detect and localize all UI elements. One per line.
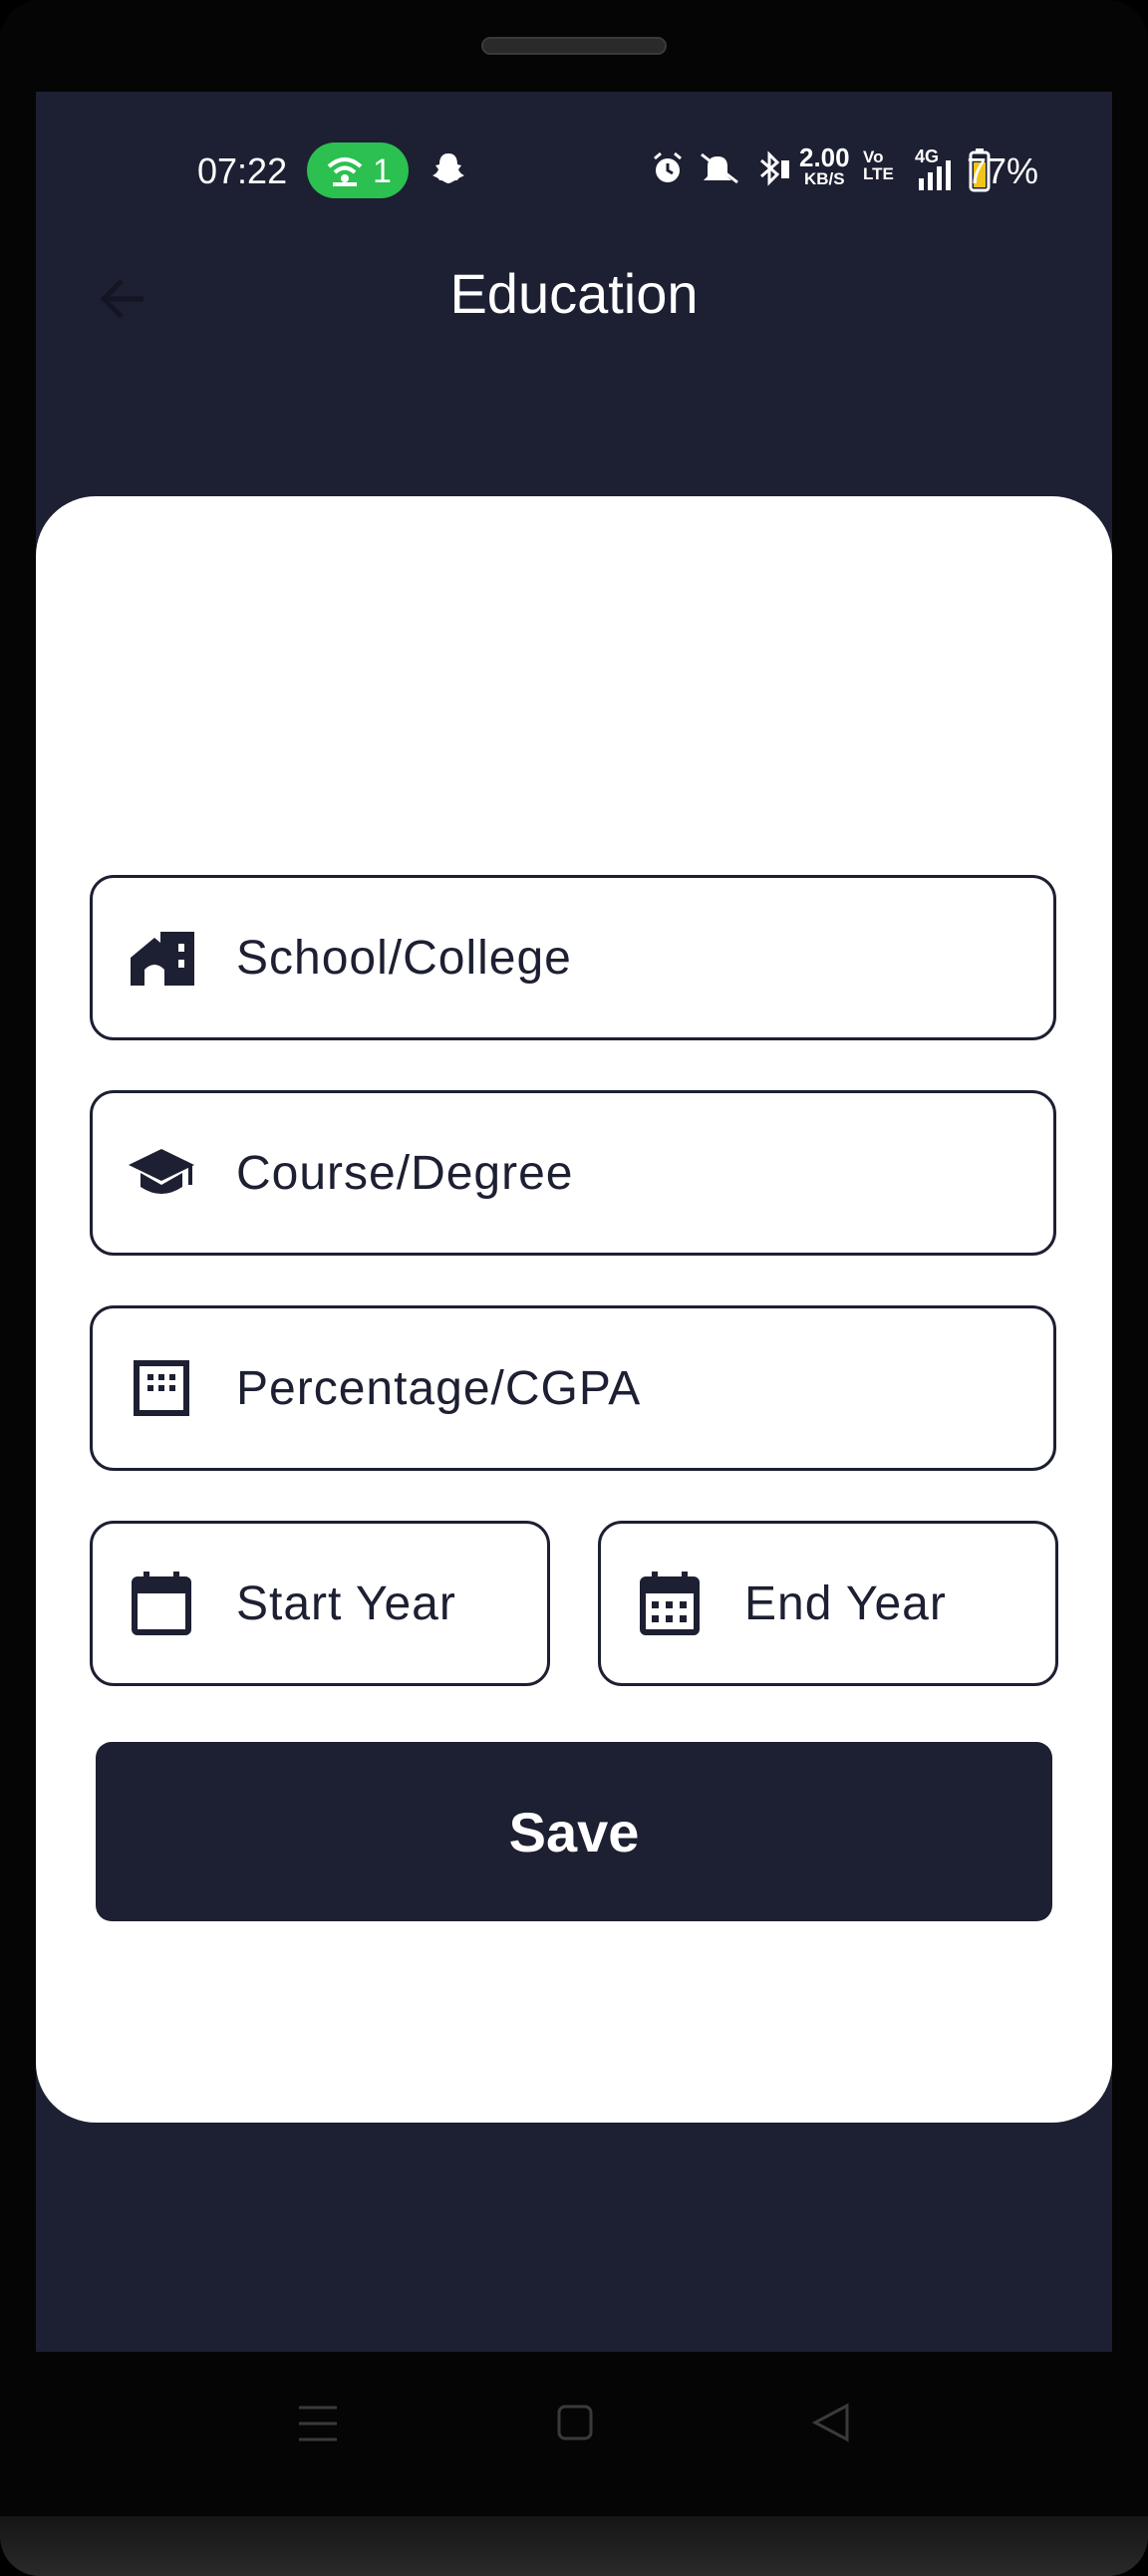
end-year-input[interactable] bbox=[744, 1524, 1029, 1683]
percentage-input[interactable] bbox=[236, 1308, 1027, 1468]
network-speed: 2.00 KB/S bbox=[799, 144, 850, 187]
status-time: 07:22 bbox=[197, 150, 288, 191]
mute-icon bbox=[701, 152, 738, 184]
calendar-icon bbox=[127, 1569, 196, 1638]
graduation-cap-icon bbox=[127, 1138, 196, 1208]
phone-frame: 07:22 1 2.00 KB/S Vo LTE 4G 77% Educatio… bbox=[0, 0, 1148, 2576]
volte-top: Vo bbox=[863, 147, 884, 166]
start-year-input[interactable] bbox=[236, 1524, 521, 1683]
page-title: Education bbox=[449, 262, 699, 325]
back-nav-icon[interactable] bbox=[811, 2402, 851, 2443]
calendar-month-icon bbox=[635, 1569, 705, 1638]
home-icon[interactable] bbox=[556, 2404, 594, 2441]
snapchat-icon bbox=[432, 153, 464, 183]
percentage-field[interactable] bbox=[90, 1305, 1056, 1471]
school-icon bbox=[127, 923, 196, 993]
volte-indicator: Vo LTE bbox=[863, 148, 894, 182]
phone-bottom-edge bbox=[0, 2516, 1148, 2576]
education-form-card: Save bbox=[36, 496, 1112, 2123]
volte-bottom: LTE bbox=[863, 164, 894, 183]
signal-icon bbox=[919, 160, 951, 190]
school-input[interactable] bbox=[236, 878, 1027, 1037]
course-field[interactable] bbox=[90, 1090, 1056, 1256]
menu-icon[interactable] bbox=[297, 2404, 339, 2443]
system-nav-bar bbox=[0, 2352, 1148, 2481]
save-button[interactable]: Save bbox=[96, 1742, 1052, 1921]
start-year-field[interactable] bbox=[90, 1521, 550, 1686]
screen: 07:22 1 2.00 KB/S Vo LTE 4G 77% Educatio… bbox=[36, 92, 1112, 2352]
speed-unit: KB/S bbox=[803, 169, 845, 188]
course-input[interactable] bbox=[236, 1093, 1027, 1253]
alarm-icon bbox=[654, 151, 682, 182]
end-year-field[interactable] bbox=[598, 1521, 1058, 1686]
speaker-grille bbox=[481, 37, 667, 55]
battery-percent: 77% bbox=[967, 150, 1039, 191]
wifi-count: 1 bbox=[373, 152, 392, 190]
wifi-icon bbox=[327, 157, 363, 186]
wifi-hotspot-pill: 1 bbox=[307, 143, 409, 198]
status-bar: 07:22 1 2.00 KB/S Vo LTE 4G 77% bbox=[36, 137, 1112, 206]
bluetooth-icon bbox=[760, 150, 789, 186]
school-field[interactable] bbox=[90, 875, 1056, 1040]
speed-value: 2.00 bbox=[799, 143, 850, 172]
grid-icon bbox=[127, 1353, 196, 1423]
